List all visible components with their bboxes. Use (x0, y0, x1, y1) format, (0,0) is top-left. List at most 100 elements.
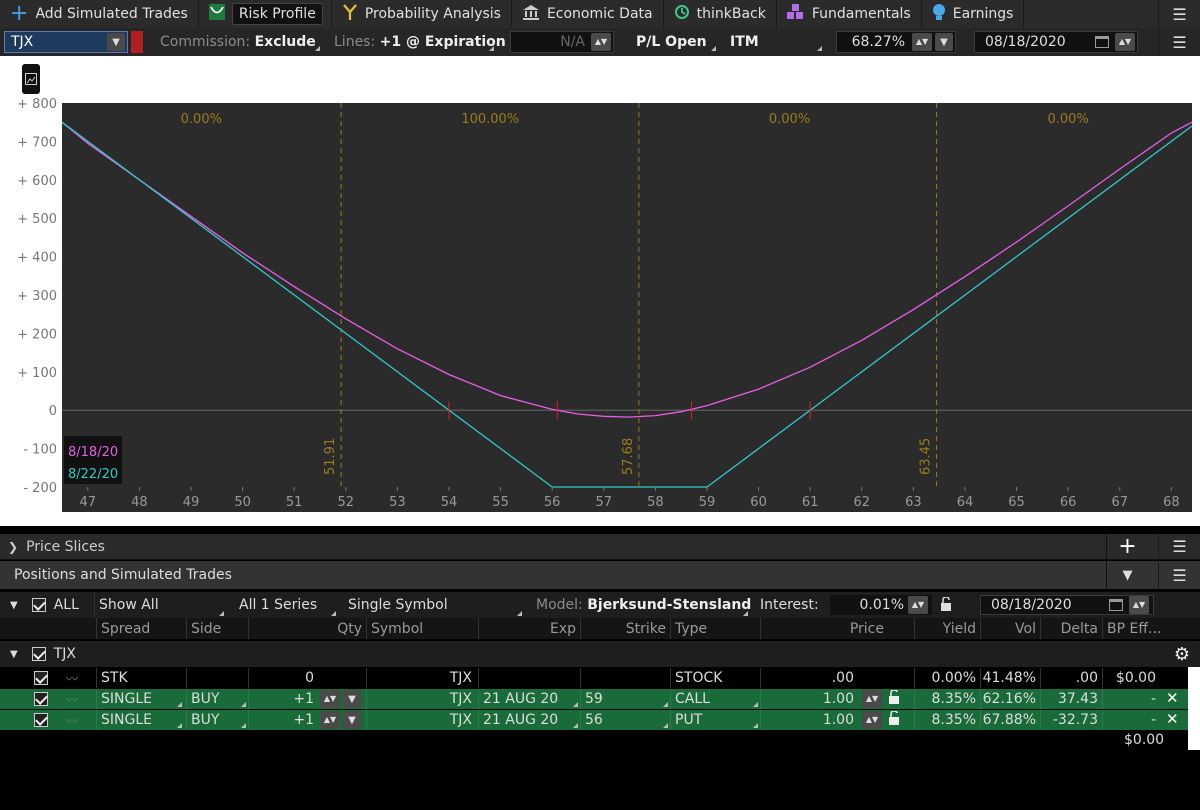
cell-bp: - (1102, 689, 1160, 709)
cell-vol: 67.88% (980, 710, 1040, 730)
cell-type[interactable]: CALL (670, 689, 760, 709)
calendar-icon[interactable] (1109, 599, 1123, 611)
table-row[interactable]: 〰 SINGLE BUY +1 TJX 21 AUG 20 56 PUT 1.00 8.35% 67… (0, 710, 1188, 730)
table-row[interactable]: 〰 STK 0 TJX STOCK .00 0.00% 41.48% .00 $0.00 (0, 668, 1188, 688)
stepper-icon[interactable]: ▲▼ (1129, 596, 1149, 614)
history-icon (674, 4, 690, 24)
positions-menu-icon[interactable]: ☰ (1158, 561, 1200, 589)
chart-icon[interactable]: 〰 (66, 712, 78, 729)
row-checkbox[interactable] (34, 713, 48, 727)
cell-symbol: TJX (366, 668, 476, 688)
select-all-checkbox[interactable] (31, 598, 46, 612)
column-header-price[interactable]: Price (760, 618, 888, 639)
stepper-icon[interactable]: ▲▼ (591, 33, 611, 51)
lines-selector[interactable]: Lines: +1 @ Expiration (326, 31, 506, 53)
group-checkbox[interactable] (31, 647, 46, 661)
itm-selector[interactable]: ITM (722, 31, 824, 53)
series-filter[interactable]: All 1 Series (232, 592, 338, 618)
column-header-bpeff[interactable]: BP Eff... (1102, 618, 1168, 639)
remove-icon[interactable]: ✕ (1166, 689, 1179, 707)
column-header-spread[interactable]: Spread (96, 618, 184, 639)
na-field[interactable]: N/A ▲▼ (510, 31, 614, 53)
chevron-down-icon[interactable]: ▼ (343, 711, 361, 729)
x-tick-label: 63 (905, 495, 922, 510)
cell-side[interactable]: BUY (186, 710, 248, 730)
scrollbar[interactable] (1188, 667, 1200, 750)
column-header-yield[interactable]: Yield (914, 618, 980, 639)
column-header-qty[interactable]: Qty (248, 618, 366, 639)
breakeven-label: 57.68 (621, 438, 636, 475)
tab-probability-analysis[interactable]: Probability Analysis (332, 0, 512, 28)
collapse-icon[interactable]: ▼ (1106, 561, 1148, 589)
symbol-selector[interactable]: TJX ▼ (4, 31, 128, 53)
column-header-exp[interactable]: Exp (478, 618, 580, 639)
positions-date-field[interactable]: 08/18/2020 ▲▼ (980, 595, 1154, 615)
cell-exp[interactable]: 21 AUG 20 (478, 689, 580, 709)
show-all-filter[interactable]: Show All (94, 592, 226, 618)
cell-spread[interactable]: SINGLE (96, 689, 184, 709)
lock-icon[interactable] (940, 596, 952, 615)
row-checkbox[interactable] (34, 671, 48, 685)
tab-economic-data[interactable]: Economic Data (512, 0, 664, 28)
tab-add-simulated-trades[interactable]: + Add Simulated Trades (0, 0, 199, 28)
cell-spread[interactable]: SINGLE (96, 710, 184, 730)
add-icon[interactable]: + (1106, 533, 1148, 560)
calendar-icon[interactable] (1095, 36, 1109, 48)
chevron-down-icon[interactable]: ▼ (10, 600, 18, 611)
table-row[interactable]: 〰 SINGLE BUY +1 TJX 21 AUG 20 59 CALL 1.00 8.35% 6… (0, 689, 1188, 709)
cell-yield: 0.00% (914, 668, 980, 688)
cell-strike[interactable]: 56 (580, 710, 670, 730)
chevron-down-icon[interactable]: ▼ (10, 649, 18, 660)
column-header-type[interactable]: Type (670, 618, 760, 639)
unlock-icon[interactable] (888, 689, 900, 708)
interest-field[interactable]: 0.01% ▲▼ (830, 595, 932, 615)
cell-vol: 62.16% (980, 689, 1040, 709)
chevron-right-icon: ❯ (8, 539, 19, 554)
column-header-side[interactable]: Side (186, 618, 248, 639)
x-tick-label: 55 (492, 495, 509, 510)
column-header-delta[interactable]: Delta (1040, 618, 1102, 639)
column-header-vol[interactable]: Vol (980, 618, 1040, 639)
tab-risk-profile[interactable]: Risk Profile (199, 0, 332, 28)
tab-menu-icon[interactable]: ☰ (1158, 0, 1200, 28)
stepper-icon[interactable]: ▲▼ (912, 33, 932, 51)
cell-strike[interactable]: 59 (580, 689, 670, 709)
stepper-icon[interactable]: ▲▼ (1115, 33, 1135, 51)
price-slices-header[interactable]: ❯ Price Slices + ☰ (0, 533, 1200, 560)
symbol-mode-filter[interactable]: Single Symbol (344, 592, 524, 618)
stepper-icon[interactable]: ▲▼ (908, 596, 928, 614)
chevron-down-icon[interactable]: ▼ (935, 33, 953, 51)
cell-type[interactable]: PUT (670, 710, 760, 730)
qty-stepper-icon[interactable]: ▲▼ (320, 711, 340, 729)
unlock-icon[interactable] (888, 710, 900, 729)
alert-icon[interactable] (131, 31, 143, 53)
row-checkbox[interactable] (34, 692, 48, 706)
column-header-strike[interactable]: Strike (580, 618, 670, 639)
cell-symbol: TJX (366, 689, 476, 709)
qty-stepper-icon[interactable]: ▲▼ (320, 690, 340, 708)
chevron-down-icon[interactable]: ▼ (107, 33, 125, 51)
price-stepper-icon[interactable]: ▲▼ (862, 690, 882, 708)
control-menu-icon[interactable]: ☰ (1158, 28, 1200, 56)
tab-earnings[interactable]: Earnings (922, 0, 1025, 28)
empty-area (0, 750, 1200, 810)
commission-selector[interactable]: Commission: Exclude (152, 31, 322, 53)
group-row-tjx[interactable]: ▼ TJX ⚙ (0, 641, 1200, 667)
tab-fundamentals[interactable]: Fundamentals (777, 0, 922, 28)
gear-icon[interactable]: ⚙ (1174, 644, 1190, 665)
cell-side[interactable]: BUY (186, 689, 248, 709)
y-tick-label: + 200 (17, 327, 57, 342)
pl-mode-selector[interactable]: P/L Open (628, 31, 718, 53)
chevron-down-icon[interactable]: ▼ (343, 690, 361, 708)
tab-thinkback[interactable]: thinkBack (664, 0, 777, 28)
price-stepper-icon[interactable]: ▲▼ (862, 711, 882, 729)
cell-exp[interactable]: 21 AUG 20 (478, 710, 580, 730)
remove-icon[interactable]: ✕ (1166, 710, 1179, 728)
chart-icon[interactable]: 〰 (66, 691, 78, 708)
probability-field[interactable]: 68.27% ▲▼ ▼ (836, 31, 956, 53)
column-header-symbol[interactable]: Symbol (366, 618, 476, 639)
model-selector[interactable]: Model: Bjerksund-Stensland (532, 592, 751, 618)
chart-icon[interactable]: 〰 (66, 670, 78, 687)
date-field[interactable]: 08/18/2020 ▲▼ (974, 31, 1138, 53)
price-slices-menu-icon[interactable]: ☰ (1158, 533, 1200, 560)
